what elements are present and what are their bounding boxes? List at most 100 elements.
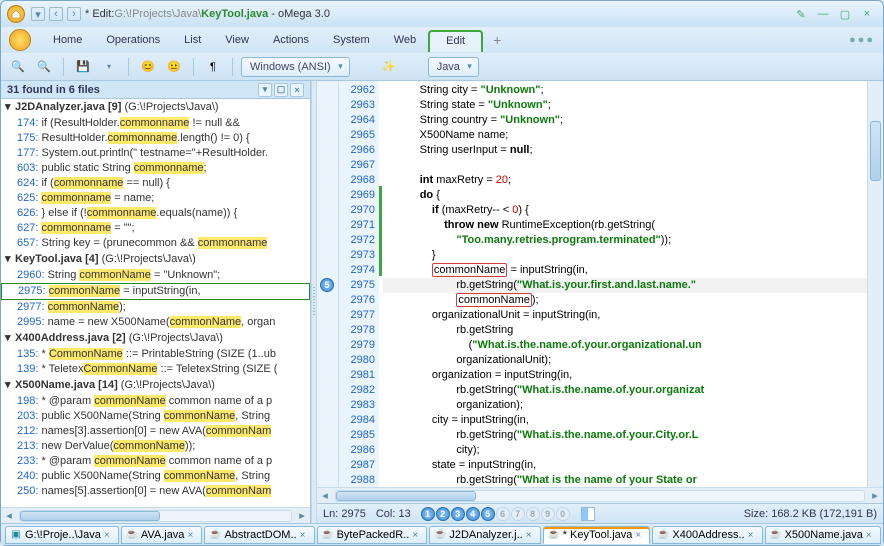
hscroll-right-icon[interactable]: ▸: [294, 509, 310, 523]
panel-max-icon[interactable]: ▢: [274, 83, 288, 97]
result-line[interactable]: 240: public X500Name(String commonName, …: [1, 469, 310, 484]
result-line[interactable]: 2975: commonName = inputString(in,: [1, 283, 310, 300]
bookmark-1[interactable]: 1: [421, 507, 435, 521]
bookmark-2[interactable]: 2: [436, 507, 450, 521]
titlebar-nav-back-icon[interactable]: ‹: [49, 7, 63, 21]
tab-close-icon[interactable]: ×: [748, 530, 758, 540]
left-hscroll[interactable]: ◂ ▸: [1, 507, 310, 523]
emoji1-icon[interactable]: 😊: [137, 56, 159, 78]
menu-new-tab[interactable]: +: [483, 28, 511, 52]
menu-edit[interactable]: Edit: [428, 30, 483, 52]
tab-close-icon[interactable]: ×: [300, 530, 310, 540]
file-tab[interactable]: ☕AbstractDOM..×: [204, 526, 314, 544]
found-count-label: 31 found in 6 files: [7, 84, 100, 96]
result-line[interactable]: 603: public static String commonname;: [1, 161, 310, 176]
menu-list[interactable]: List: [172, 30, 213, 50]
result-line[interactable]: 233: * @param commonName common name of …: [1, 454, 310, 469]
result-line[interactable]: 624: if (commonname == null) {: [1, 176, 310, 191]
code-area[interactable]: String city = "Unknown"; String state = …: [383, 81, 867, 487]
tab-close-icon[interactable]: ×: [526, 530, 536, 540]
result-line[interactable]: 174: if (ResultHolder.commonname != null…: [1, 116, 310, 131]
panel-menu-icon[interactable]: ▾: [258, 83, 272, 97]
menubar-logo: [9, 29, 31, 51]
bookmark-6[interactable]: 6: [496, 507, 510, 521]
maximize-button[interactable]: ▢: [835, 6, 855, 22]
result-line[interactable]: 2995: name = new X500Name(commonName, or…: [1, 315, 310, 330]
menu-operations[interactable]: Operations: [94, 30, 172, 50]
result-line[interactable]: 139: * TeletexCommonName ::= TeletexStri…: [1, 362, 310, 377]
bookmark-4[interactable]: 4: [466, 507, 480, 521]
save-dropdown-icon[interactable]: ▾: [98, 56, 120, 78]
titlebar-nav-fwd-icon[interactable]: ›: [67, 7, 81, 21]
menu-actions[interactable]: Actions: [261, 30, 321, 50]
result-line[interactable]: 212: names[3].assertion[0] = new AVA(com…: [1, 424, 310, 439]
split-view-icon[interactable]: [581, 507, 595, 521]
search-results-list[interactable]: ▾J2DAnalyzer.java [9] (G:\!Projects\Java…: [1, 99, 310, 507]
file-tab[interactable]: ▣G:\!Proje..\Java×: [5, 526, 119, 544]
menu-web[interactable]: Web: [382, 30, 428, 50]
result-line[interactable]: 213: new DerValue(commonName));: [1, 439, 310, 454]
paragraph-icon[interactable]: ¶: [202, 56, 224, 78]
find-replace-icon[interactable]: 🔍: [33, 56, 55, 78]
file-tab[interactable]: ☕J2DAnalyzer.j..×: [429, 526, 540, 544]
tab-close-icon[interactable]: ×: [866, 530, 876, 540]
ehscroll-thumb[interactable]: [336, 491, 476, 501]
file-tab[interactable]: ☕* KeyTool.java×: [543, 526, 651, 544]
result-file-header[interactable]: ▾J2DAnalyzer.java [9] (G:\!Projects\Java…: [1, 99, 310, 116]
tab-close-icon[interactable]: ×: [187, 530, 197, 540]
magic-wand-icon[interactable]: ✨: [378, 56, 400, 78]
vscroll-thumb[interactable]: [870, 121, 881, 181]
language-combo[interactable]: Java: [428, 57, 479, 77]
menu-overflow[interactable]: ●●●: [849, 34, 875, 46]
result-line[interactable]: 175: ResultHolder.commonname.length() !=…: [1, 131, 310, 146]
tab-close-icon[interactable]: ×: [104, 530, 114, 540]
file-tab[interactable]: ☕AVA.java×: [121, 526, 203, 544]
editor-hscroll[interactable]: ◂ ▸: [317, 487, 883, 503]
emoji2-icon[interactable]: 😐: [163, 56, 185, 78]
hscroll-thumb[interactable]: [20, 511, 160, 521]
result-line[interactable]: 625: commonname = name;: [1, 191, 310, 206]
result-line[interactable]: 627: commonname = "";: [1, 221, 310, 236]
save-icon[interactable]: 💾: [72, 56, 94, 78]
bookmark-gutter[interactable]: 5: [317, 81, 339, 487]
result-line[interactable]: 2960: String commonName = "Unknown";: [1, 268, 310, 283]
result-line[interactable]: 626: } else if (!commonname.equals(name)…: [1, 206, 310, 221]
file-tab[interactable]: ☕BytePackedR..×: [317, 526, 428, 544]
result-line[interactable]: 135: * CommonName ::= PrintableString (S…: [1, 347, 310, 362]
result-file-header[interactable]: ▾X500Name.java [14] (G:\!Projects\Java\): [1, 377, 310, 394]
menu-view[interactable]: View: [213, 30, 261, 50]
result-line[interactable]: 250: names[5].assertion[0] = new AVA(com…: [1, 484, 310, 499]
bookmark-0[interactable]: 0: [556, 507, 570, 521]
ehscroll-right-icon[interactable]: ▸: [867, 489, 883, 503]
hscroll-left-icon[interactable]: ◂: [1, 509, 17, 523]
minimize-button[interactable]: —: [813, 6, 833, 22]
titlebar-pencil-icon[interactable]: ✎: [791, 6, 811, 22]
result-line[interactable]: 2977: commonName);: [1, 300, 310, 315]
file-tab[interactable]: ☕X500Name.java×: [765, 526, 881, 544]
tab-close-icon[interactable]: ×: [412, 530, 422, 540]
bookmark-9[interactable]: 9: [541, 507, 555, 521]
result-line[interactable]: 657: String key = (prunecommon && common…: [1, 236, 310, 251]
bookmark-marker[interactable]: 5: [320, 278, 334, 292]
result-line[interactable]: 203: public X500Name(String commonName, …: [1, 409, 310, 424]
menu-system[interactable]: System: [321, 30, 382, 50]
close-button[interactable]: ×: [857, 6, 877, 22]
menu-home[interactable]: Home: [41, 30, 94, 50]
result-line[interactable]: 198: * @param commonName common name of …: [1, 394, 310, 409]
line-number-gutter[interactable]: 2962296329642965296629672968296929702971…: [339, 81, 379, 487]
bookmark-8[interactable]: 8: [526, 507, 540, 521]
file-tab[interactable]: ☕X400Address..×: [652, 526, 762, 544]
bookmark-5[interactable]: 5: [481, 507, 495, 521]
result-line[interactable]: 177: System.out.println(" testname="+Res…: [1, 146, 310, 161]
find-icon[interactable]: 🔍: [7, 56, 29, 78]
bookmark-7[interactable]: 7: [511, 507, 525, 521]
titlebar-doc-icon[interactable]: ▾: [31, 7, 45, 21]
encoding-combo[interactable]: Windows (ANSI): [241, 57, 350, 77]
result-file-header[interactable]: ▾X400Address.java [2] (G:\!Projects\Java…: [1, 330, 310, 347]
ehscroll-left-icon[interactable]: ◂: [317, 489, 333, 503]
editor-vscroll[interactable]: [867, 81, 883, 487]
tab-close-icon[interactable]: ×: [635, 530, 645, 540]
bookmark-3[interactable]: 3: [451, 507, 465, 521]
result-file-header[interactable]: ▾KeyTool.java [4] (G:\!Projects\Java\): [1, 251, 310, 268]
panel-close-icon[interactable]: ×: [290, 83, 304, 97]
